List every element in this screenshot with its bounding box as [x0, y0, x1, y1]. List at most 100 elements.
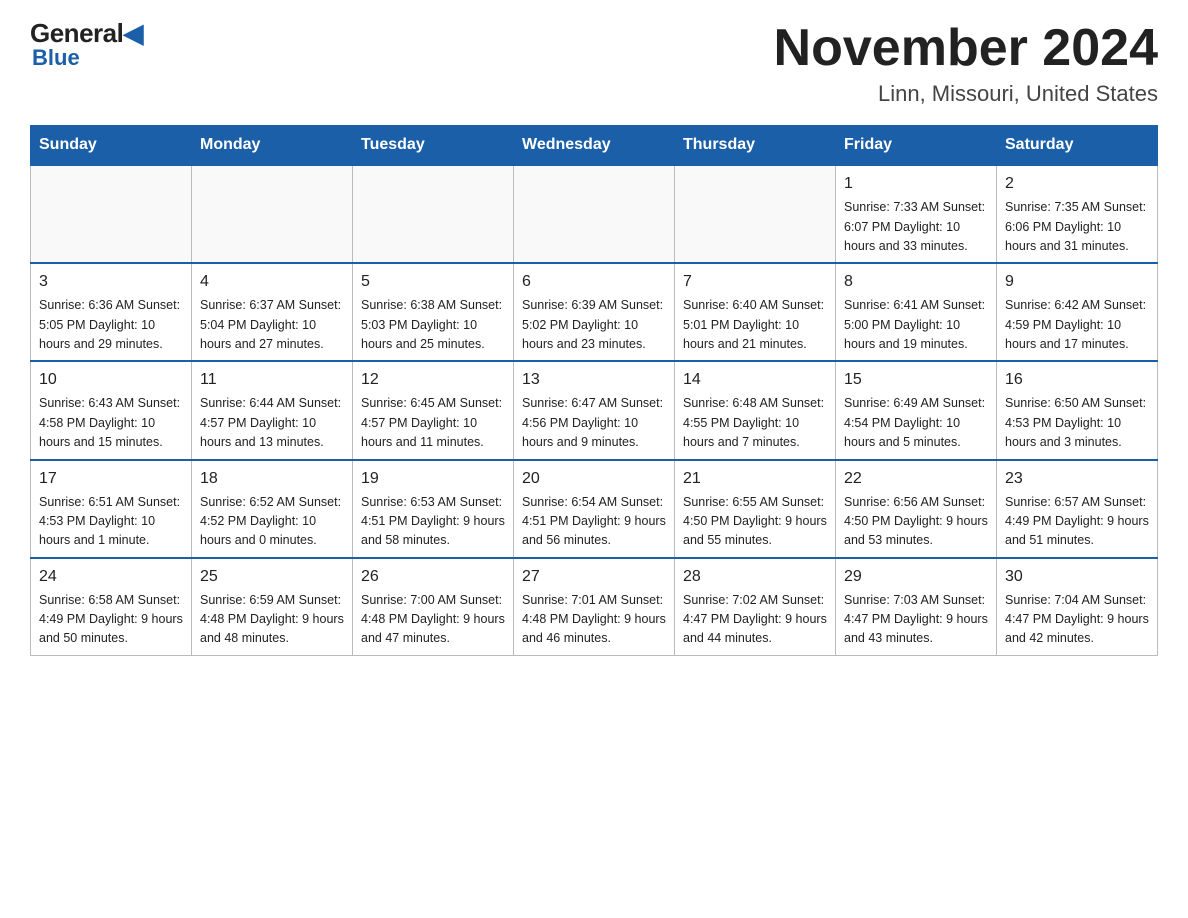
- title-block: November 2024 Linn, Missouri, United Sta…: [774, 20, 1158, 107]
- day-number: 23: [1005, 467, 1149, 491]
- day-info: Sunrise: 6:47 AM Sunset: 4:56 PM Dayligh…: [522, 394, 666, 452]
- week-row: 1Sunrise: 7:33 AM Sunset: 6:07 PM Daylig…: [31, 165, 1158, 263]
- day-number: 16: [1005, 368, 1149, 392]
- calendar-cell: 11Sunrise: 6:44 AM Sunset: 4:57 PM Dayli…: [192, 361, 353, 459]
- day-info: Sunrise: 7:00 AM Sunset: 4:48 PM Dayligh…: [361, 591, 505, 649]
- calendar-cell: 7Sunrise: 6:40 AM Sunset: 5:01 PM Daylig…: [675, 263, 836, 361]
- day-number: 11: [200, 368, 344, 392]
- day-of-week-header: Sunday: [31, 126, 192, 166]
- day-number: 10: [39, 368, 183, 392]
- day-info: Sunrise: 6:51 AM Sunset: 4:53 PM Dayligh…: [39, 493, 183, 551]
- day-of-week-header: Thursday: [675, 126, 836, 166]
- day-number: 24: [39, 565, 183, 589]
- day-info: Sunrise: 6:41 AM Sunset: 5:00 PM Dayligh…: [844, 296, 988, 354]
- day-info: Sunrise: 6:55 AM Sunset: 4:50 PM Dayligh…: [683, 493, 827, 551]
- calendar-cell: [192, 165, 353, 263]
- calendar-cell: 4Sunrise: 6:37 AM Sunset: 5:04 PM Daylig…: [192, 263, 353, 361]
- calendar-cell: 1Sunrise: 7:33 AM Sunset: 6:07 PM Daylig…: [836, 165, 997, 263]
- day-number: 29: [844, 565, 988, 589]
- day-number: 21: [683, 467, 827, 491]
- calendar-cell: [514, 165, 675, 263]
- calendar-cell: 2Sunrise: 7:35 AM Sunset: 6:06 PM Daylig…: [997, 165, 1158, 263]
- day-number: 12: [361, 368, 505, 392]
- calendar-cell: 5Sunrise: 6:38 AM Sunset: 5:03 PM Daylig…: [353, 263, 514, 361]
- calendar-cell: 10Sunrise: 6:43 AM Sunset: 4:58 PM Dayli…: [31, 361, 192, 459]
- calendar-cell: 29Sunrise: 7:03 AM Sunset: 4:47 PM Dayli…: [836, 558, 997, 656]
- calendar-cell: 19Sunrise: 6:53 AM Sunset: 4:51 PM Dayli…: [353, 460, 514, 558]
- day-info: Sunrise: 7:02 AM Sunset: 4:47 PM Dayligh…: [683, 591, 827, 649]
- day-number: 28: [683, 565, 827, 589]
- day-info: Sunrise: 6:38 AM Sunset: 5:03 PM Dayligh…: [361, 296, 505, 354]
- day-number: 15: [844, 368, 988, 392]
- day-number: 14: [683, 368, 827, 392]
- day-number: 19: [361, 467, 505, 491]
- day-info: Sunrise: 7:33 AM Sunset: 6:07 PM Dayligh…: [844, 198, 988, 256]
- day-info: Sunrise: 6:57 AM Sunset: 4:49 PM Dayligh…: [1005, 493, 1149, 551]
- week-row: 17Sunrise: 6:51 AM Sunset: 4:53 PM Dayli…: [31, 460, 1158, 558]
- calendar-cell: 30Sunrise: 7:04 AM Sunset: 4:47 PM Dayli…: [997, 558, 1158, 656]
- day-of-week-header: Tuesday: [353, 126, 514, 166]
- calendar-cell: 15Sunrise: 6:49 AM Sunset: 4:54 PM Dayli…: [836, 361, 997, 459]
- day-info: Sunrise: 6:54 AM Sunset: 4:51 PM Dayligh…: [522, 493, 666, 551]
- day-info: Sunrise: 6:37 AM Sunset: 5:04 PM Dayligh…: [200, 296, 344, 354]
- day-of-week-header: Friday: [836, 126, 997, 166]
- calendar-cell: 3Sunrise: 6:36 AM Sunset: 5:05 PM Daylig…: [31, 263, 192, 361]
- day-number: 2: [1005, 172, 1149, 196]
- calendar-cell: 14Sunrise: 6:48 AM Sunset: 4:55 PM Dayli…: [675, 361, 836, 459]
- calendar-cell: [353, 165, 514, 263]
- day-info: Sunrise: 6:40 AM Sunset: 5:01 PM Dayligh…: [683, 296, 827, 354]
- day-number: 30: [1005, 565, 1149, 589]
- day-number: 9: [1005, 270, 1149, 294]
- week-row: 10Sunrise: 6:43 AM Sunset: 4:58 PM Dayli…: [31, 361, 1158, 459]
- logo-top: General◀: [30, 20, 143, 46]
- calendar-cell: [31, 165, 192, 263]
- day-info: Sunrise: 6:52 AM Sunset: 4:52 PM Dayligh…: [200, 493, 344, 551]
- day-of-week-header: Saturday: [997, 126, 1158, 166]
- day-number: 1: [844, 172, 988, 196]
- day-of-week-header: Monday: [192, 126, 353, 166]
- day-number: 8: [844, 270, 988, 294]
- calendar-cell: 17Sunrise: 6:51 AM Sunset: 4:53 PM Dayli…: [31, 460, 192, 558]
- day-info: Sunrise: 6:56 AM Sunset: 4:50 PM Dayligh…: [844, 493, 988, 551]
- logo-bottom: Blue: [32, 46, 80, 70]
- calendar-cell: 28Sunrise: 7:02 AM Sunset: 4:47 PM Dayli…: [675, 558, 836, 656]
- day-of-week-header: Wednesday: [514, 126, 675, 166]
- day-number: 27: [522, 565, 666, 589]
- day-info: Sunrise: 6:48 AM Sunset: 4:55 PM Dayligh…: [683, 394, 827, 452]
- day-info: Sunrise: 6:36 AM Sunset: 5:05 PM Dayligh…: [39, 296, 183, 354]
- calendar-cell: 23Sunrise: 6:57 AM Sunset: 4:49 PM Dayli…: [997, 460, 1158, 558]
- calendar-cell: 6Sunrise: 6:39 AM Sunset: 5:02 PM Daylig…: [514, 263, 675, 361]
- day-info: Sunrise: 6:43 AM Sunset: 4:58 PM Dayligh…: [39, 394, 183, 452]
- calendar-cell: 21Sunrise: 6:55 AM Sunset: 4:50 PM Dayli…: [675, 460, 836, 558]
- day-number: 22: [844, 467, 988, 491]
- calendar-cell: 13Sunrise: 6:47 AM Sunset: 4:56 PM Dayli…: [514, 361, 675, 459]
- day-number: 6: [522, 270, 666, 294]
- day-number: 7: [683, 270, 827, 294]
- day-number: 4: [200, 270, 344, 294]
- calendar-cell: 22Sunrise: 6:56 AM Sunset: 4:50 PM Dayli…: [836, 460, 997, 558]
- calendar-cell: 8Sunrise: 6:41 AM Sunset: 5:00 PM Daylig…: [836, 263, 997, 361]
- logo: General◀ Blue: [30, 20, 143, 70]
- header-row: SundayMondayTuesdayWednesdayThursdayFrid…: [31, 126, 1158, 166]
- day-number: 3: [39, 270, 183, 294]
- day-info: Sunrise: 6:59 AM Sunset: 4:48 PM Dayligh…: [200, 591, 344, 649]
- calendar-cell: 12Sunrise: 6:45 AM Sunset: 4:57 PM Dayli…: [353, 361, 514, 459]
- day-number: 26: [361, 565, 505, 589]
- day-info: Sunrise: 7:04 AM Sunset: 4:47 PM Dayligh…: [1005, 591, 1149, 649]
- day-info: Sunrise: 6:49 AM Sunset: 4:54 PM Dayligh…: [844, 394, 988, 452]
- month-year-title: November 2024: [774, 20, 1158, 77]
- calendar-cell: 24Sunrise: 6:58 AM Sunset: 4:49 PM Dayli…: [31, 558, 192, 656]
- day-info: Sunrise: 6:39 AM Sunset: 5:02 PM Dayligh…: [522, 296, 666, 354]
- day-info: Sunrise: 6:50 AM Sunset: 4:53 PM Dayligh…: [1005, 394, 1149, 452]
- day-number: 18: [200, 467, 344, 491]
- week-row: 3Sunrise: 6:36 AM Sunset: 5:05 PM Daylig…: [31, 263, 1158, 361]
- calendar-cell: 27Sunrise: 7:01 AM Sunset: 4:48 PM Dayli…: [514, 558, 675, 656]
- day-info: Sunrise: 6:42 AM Sunset: 4:59 PM Dayligh…: [1005, 296, 1149, 354]
- calendar-cell: [675, 165, 836, 263]
- day-number: 17: [39, 467, 183, 491]
- day-info: Sunrise: 7:01 AM Sunset: 4:48 PM Dayligh…: [522, 591, 666, 649]
- week-row: 24Sunrise: 6:58 AM Sunset: 4:49 PM Dayli…: [31, 558, 1158, 656]
- calendar-cell: 16Sunrise: 6:50 AM Sunset: 4:53 PM Dayli…: [997, 361, 1158, 459]
- location-title: Linn, Missouri, United States: [774, 81, 1158, 107]
- day-number: 13: [522, 368, 666, 392]
